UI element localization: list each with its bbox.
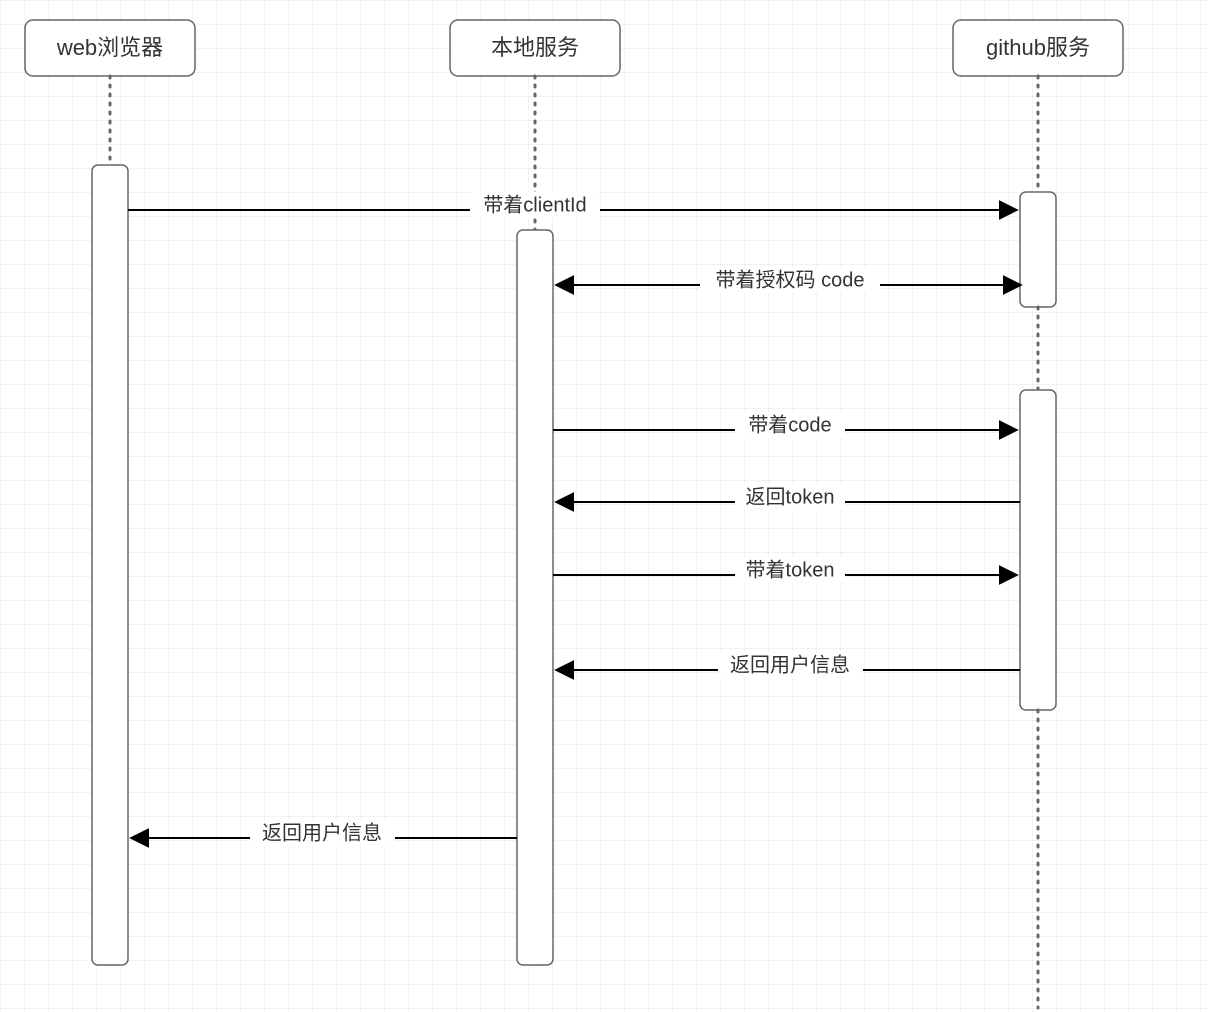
message-m3-label: 带着code — [748, 413, 831, 436]
message-m7: 返回用户信息 — [132, 820, 517, 846]
message-m1: 带着clientId — [128, 192, 1016, 218]
message-m3: 带着code — [553, 412, 1016, 438]
message-m6: 返回用户信息 — [557, 652, 1020, 678]
participant-github: github服务 — [953, 20, 1123, 1008]
message-m2-line: 带着授权码 code — [557, 267, 1020, 293]
activation-github-2 — [1020, 390, 1056, 710]
message-m1-label: 带着clientId — [483, 193, 586, 216]
message-m4-label: 返回token — [746, 485, 835, 508]
participant-web: web浏览器 — [25, 20, 195, 965]
message-m6-label: 返回用户信息 — [730, 653, 850, 676]
activation-web — [92, 165, 128, 965]
activation-github-1 — [1020, 192, 1056, 307]
message-m7-label: 返回用户信息 — [262, 821, 382, 844]
participant-web-label: web浏览器 — [56, 35, 163, 60]
activation-local — [517, 230, 553, 965]
participant-github-label: github服务 — [986, 35, 1090, 60]
sequence-diagram: web浏览器 本地服务 github服务 带着clientId 带着授权码 co… — [0, 0, 1208, 1012]
participant-local-label: 本地服务 — [491, 35, 579, 60]
message-m4: 返回token — [557, 484, 1020, 510]
participant-local: 本地服务 — [450, 20, 620, 965]
message-m5-label: 带着token — [746, 558, 835, 581]
message-m2-label: 带着授权码 code — [716, 268, 865, 291]
message-m5: 带着token — [553, 557, 1016, 583]
